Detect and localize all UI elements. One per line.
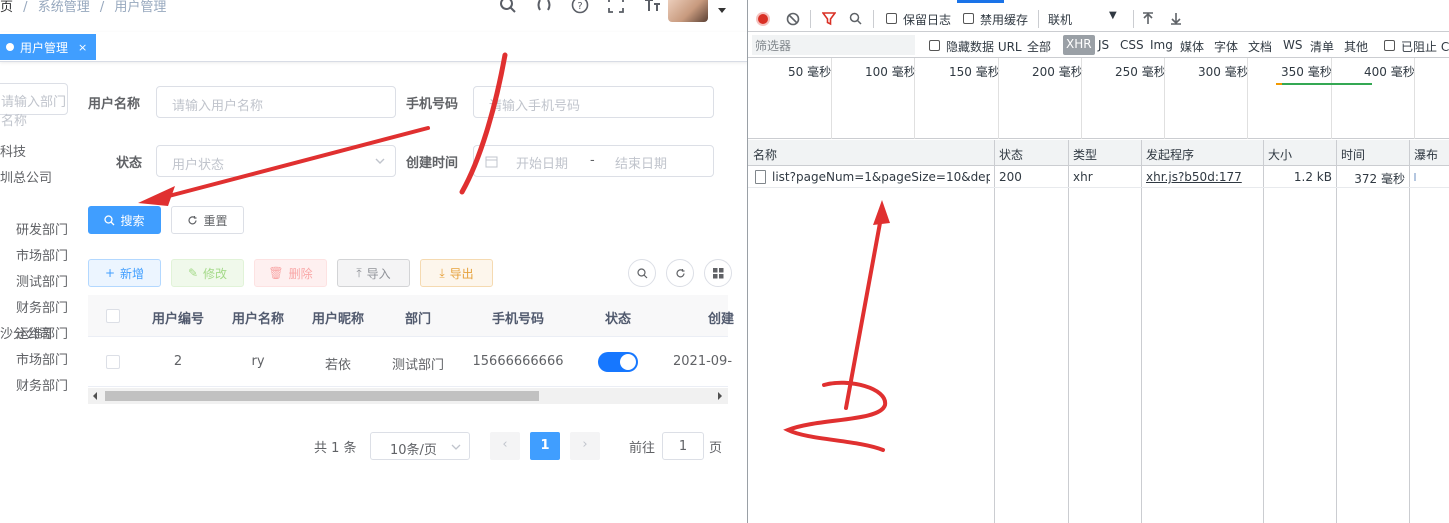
devtools-network-panel: 保留日志 禁用缓存 联机 ▼ 筛选器 隐藏数据 URL 全部 XHR JS CS… bbox=[748, 0, 1449, 523]
annotation-arrows bbox=[138, 52, 508, 206]
annotation-arrow-and-scribble bbox=[783, 200, 890, 452]
admin-app: 首页 / 系统管理 / 用户管理 ? 用户管理 × 请输入部门名称 若依科技 深… bbox=[0, 0, 748, 523]
